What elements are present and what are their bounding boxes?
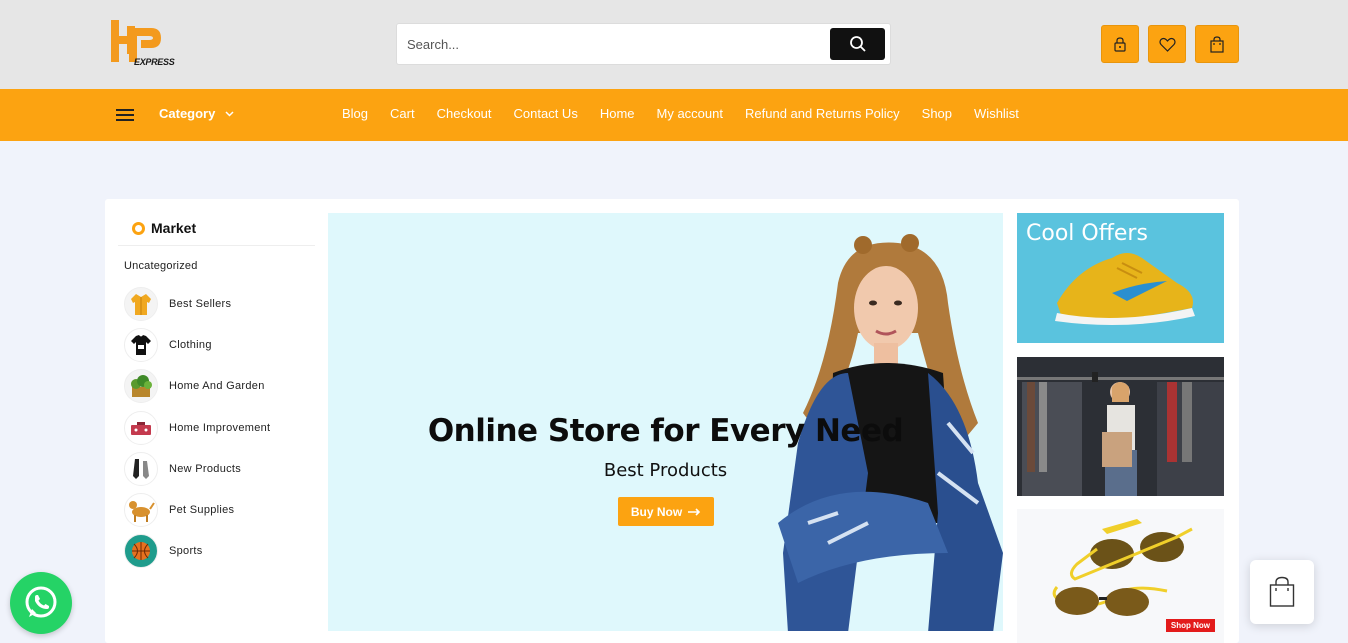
search-bar [396, 23, 891, 65]
wishlist-button[interactable] [1148, 25, 1186, 63]
nav-link-home[interactable]: Home [600, 106, 635, 121]
search-button[interactable] [830, 28, 885, 60]
divider [118, 245, 315, 246]
account-button[interactable] [1101, 25, 1139, 63]
sidebar-item-uncategorized[interactable]: Uncategorized [124, 260, 198, 272]
nav-link-blog[interactable]: Blog [342, 106, 368, 121]
nav-link-wishlist[interactable]: Wishlist [974, 106, 1019, 121]
jacket-thumbnail [124, 286, 158, 321]
cool-offers-banner[interactable]: Cool Offers [1017, 213, 1224, 343]
sidebar-item-clothing[interactable]: Clothing [124, 324, 314, 365]
search-icon [849, 36, 866, 52]
nav-link-contact-us[interactable]: Contact Us [514, 106, 578, 121]
garden-thumbnail [124, 369, 158, 404]
category-dropdown[interactable]: Category [159, 106, 234, 121]
sidebar-title-text: Market [151, 220, 197, 236]
search-input[interactable] [407, 33, 807, 55]
buy-now-button[interactable]: Buy Now [618, 497, 714, 526]
sidebar-item-label: New Products [169, 462, 242, 475]
whatsapp-icon [25, 586, 57, 618]
site-logo[interactable]: EXPRESS [107, 18, 179, 70]
nav-menu: Blog Cart Checkout Contact Us Home My ac… [342, 106, 1041, 121]
sidebar-item-label: Best Sellers [169, 297, 232, 310]
sidebar-item-label: Clothing [169, 338, 212, 351]
nav-link-shop[interactable]: Shop [922, 106, 952, 121]
category-list: Best Sellers Clothing Home And Garden Ho… [124, 283, 314, 572]
chevron-down-icon [225, 110, 234, 117]
basketball-thumbnail [124, 534, 158, 569]
cart-button[interactable] [1195, 25, 1239, 63]
nav-link-refund-policy[interactable]: Refund and Returns Policy [745, 106, 900, 121]
tshirt-thumbnail [124, 327, 158, 362]
floating-cart-button[interactable] [1250, 560, 1314, 624]
shop-now-label[interactable]: Shop Now [1165, 619, 1215, 632]
sidebar-item-label: Home And Garden [169, 380, 265, 393]
hamburger-menu-icon[interactable] [116, 109, 134, 121]
lock-icon [1114, 37, 1126, 52]
shopping-bag-icon [1269, 576, 1295, 607]
sunglasses-offer-banner[interactable]: Shop Now [1017, 509, 1224, 643]
sidebar-item-label: Sports [169, 545, 203, 558]
nav-link-cart[interactable]: Cart [390, 106, 415, 121]
hero-subtitle: Best Products [603, 460, 728, 481]
buy-now-label: Buy Now [630, 504, 683, 519]
circle-icon [132, 221, 145, 235]
category-label: Category [159, 106, 216, 121]
main-navbar: Category Blog Cart Checkout Contact Us H… [0, 89, 1348, 141]
shoes-thumbnail [124, 451, 158, 486]
tools-thumbnail [124, 410, 158, 445]
hero-title: Online Store for Every Need [427, 413, 904, 449]
shopping-woman-image [1017, 357, 1224, 496]
sidebar-item-new-products[interactable]: New Products [124, 448, 314, 489]
arrow-right-icon [688, 507, 701, 516]
dog-thumbnail [124, 493, 158, 528]
hero-banner[interactable]: Online Store for Every Need Best Product… [328, 213, 1003, 631]
sidebar-title: Market [132, 220, 196, 236]
nav-link-checkout[interactable]: Checkout [437, 106, 492, 121]
sidebar-item-home-and-garden[interactable]: Home And Garden [124, 366, 314, 407]
sidebar-item-label: Home Improvement [169, 421, 271, 434]
shopping-offer-banner[interactable] [1017, 357, 1224, 496]
heart-icon [1158, 37, 1176, 52]
sidebar-item-label: Pet Supplies [169, 504, 235, 517]
logo-text: EXPRESS [134, 57, 175, 67]
sidebar-item-sports[interactable]: Sports [124, 531, 314, 572]
sneaker-image [1055, 253, 1195, 325]
sidebar-item-home-improvement[interactable]: Home Improvement [124, 407, 314, 448]
whatsapp-button[interactable] [10, 572, 72, 634]
nav-link-my-account[interactable]: My account [657, 106, 723, 121]
sidebar-item-pet-supplies[interactable]: Pet Supplies [124, 489, 314, 530]
bag-icon [1210, 35, 1224, 53]
sidebar-item-best-sellers[interactable]: Best Sellers [124, 283, 314, 324]
top-header: EXPRESS [0, 0, 1348, 89]
